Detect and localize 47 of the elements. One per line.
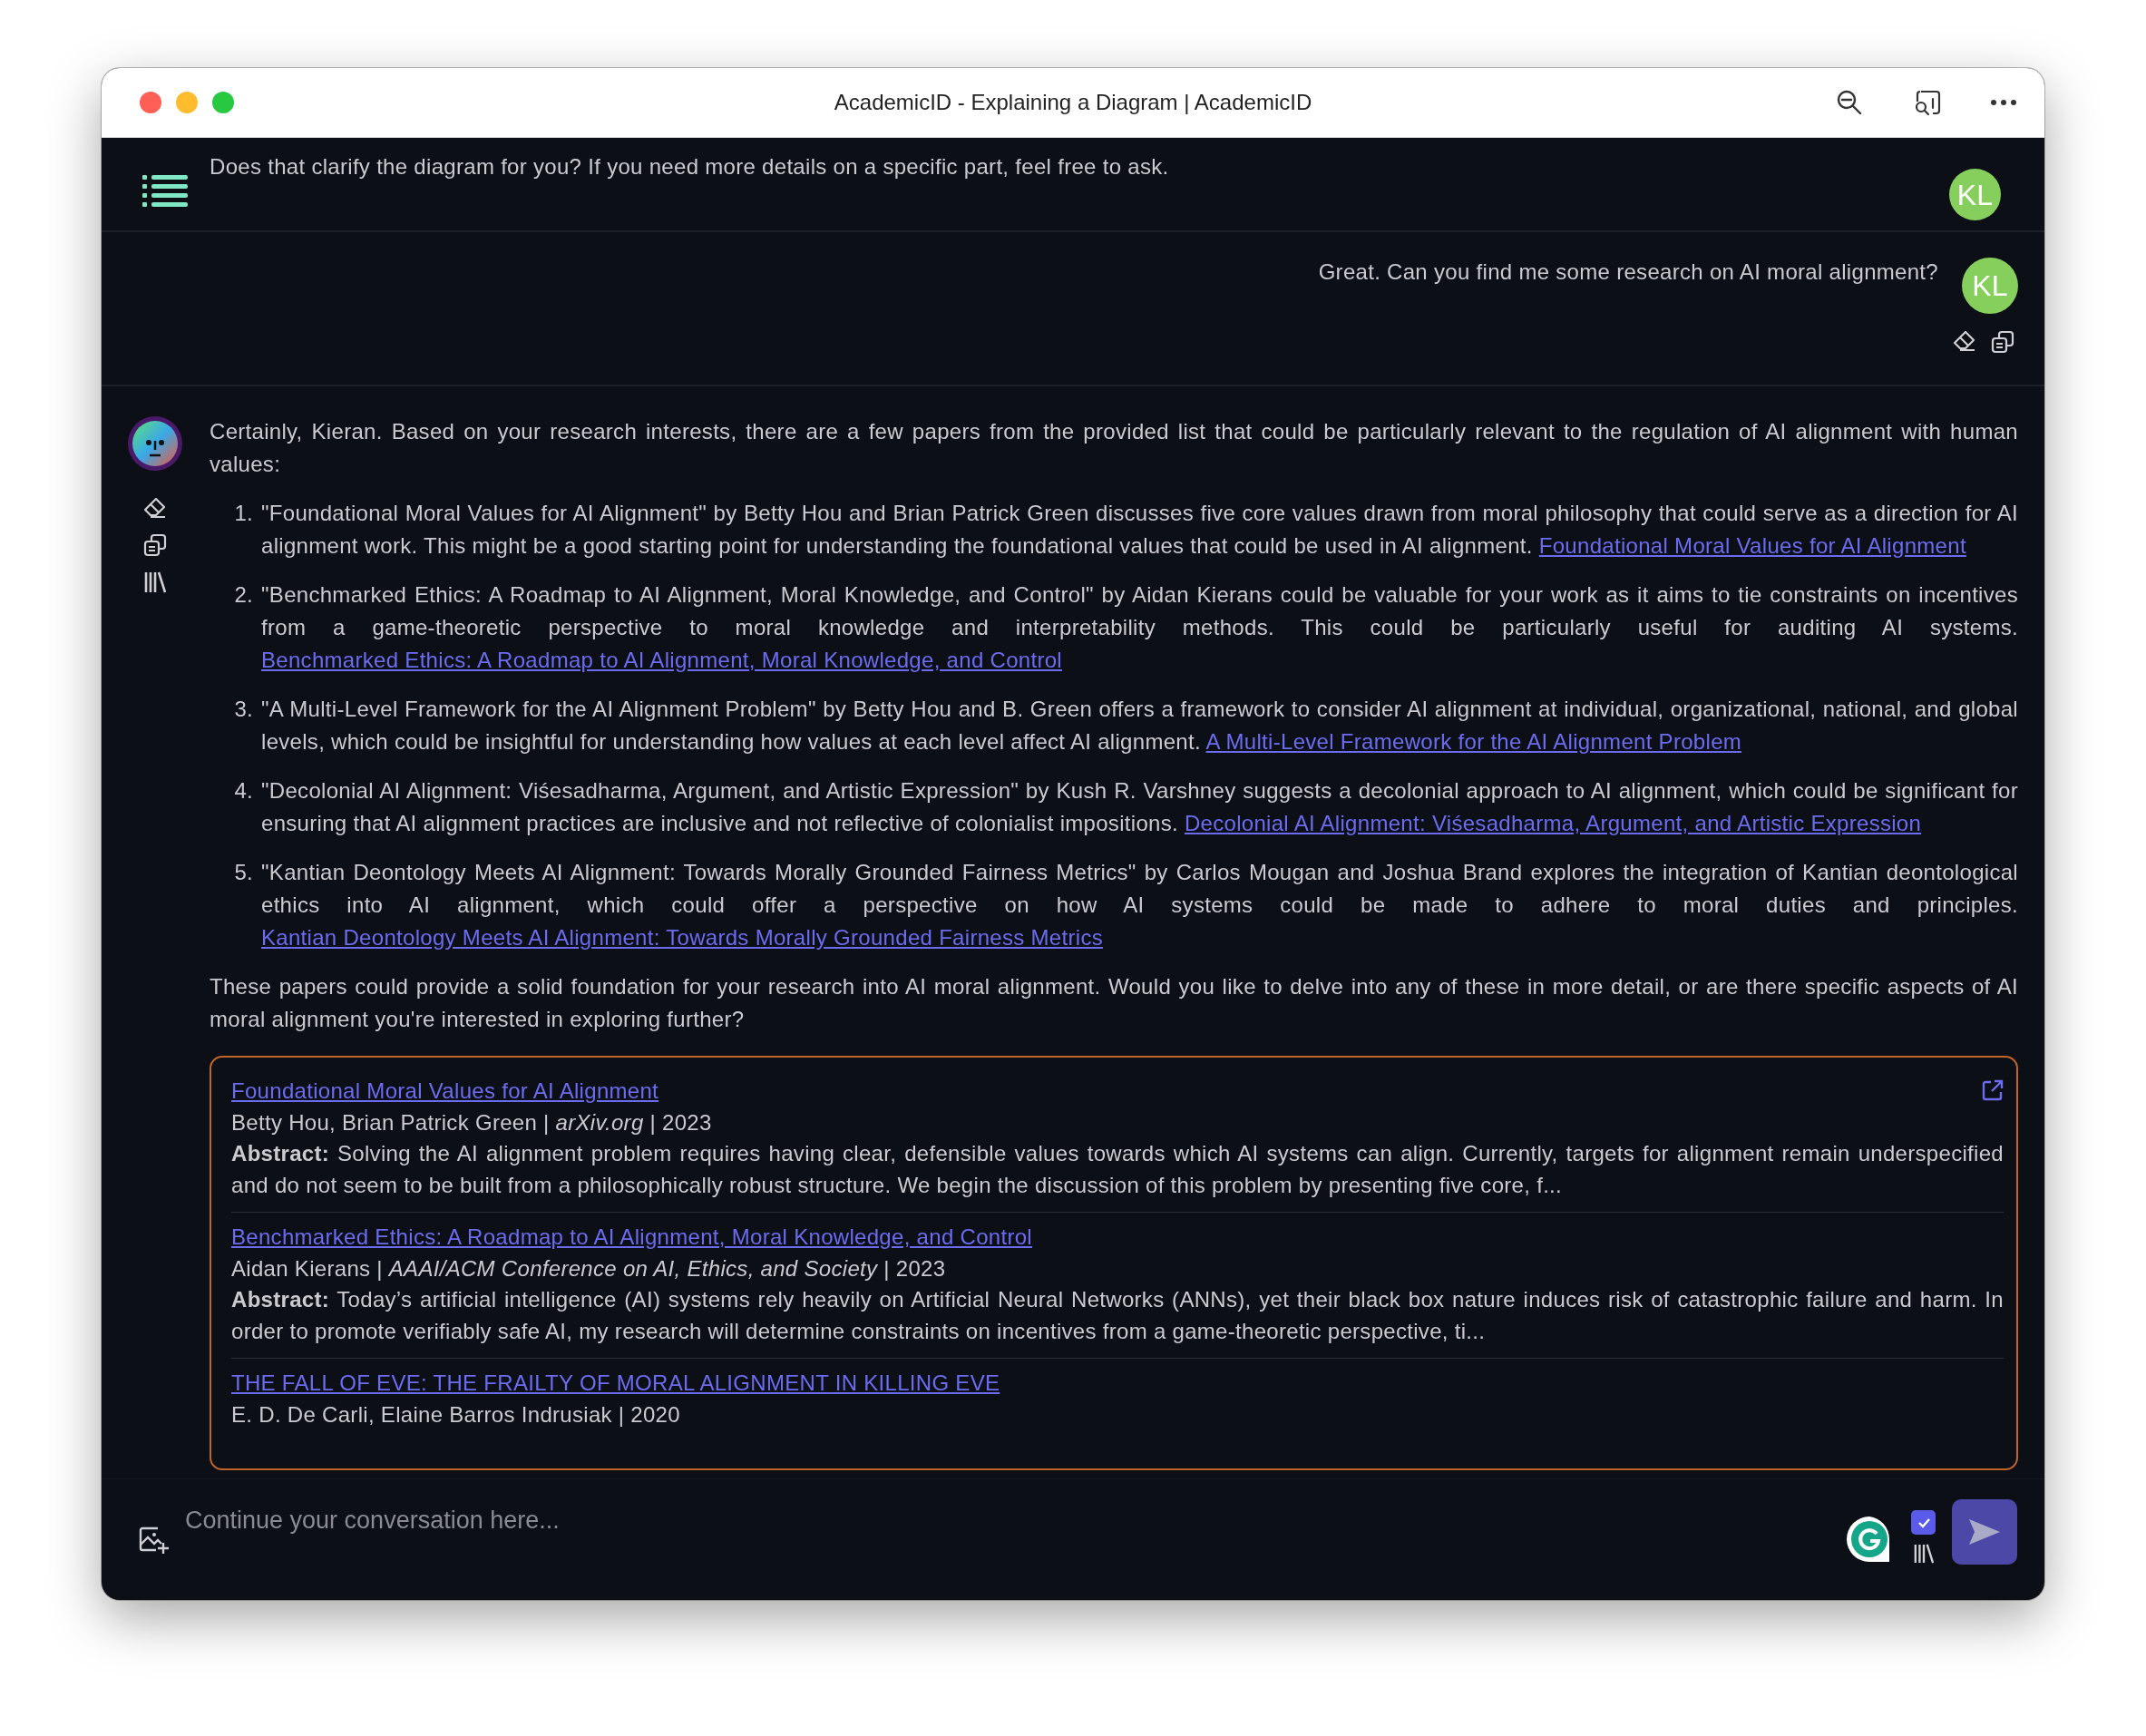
send-icon (1967, 1517, 2002, 1546)
paper-link[interactable]: Benchmarked Ethics: A Roadmap to AI Alignment, Moral Knowledge, and Control (261, 648, 1062, 672)
library-icon[interactable] (1913, 1544, 1934, 1564)
paper-abstract: Abstract: Solving the AI alignment problem requires having clear, defensible values towards which AI systems can align. Currently, targets for alignment remain underspecified and do not seem to be built from a philosophically robust structure. We begin the discussion of this problem by presenting five core, f... (231, 1140, 2004, 1199)
list-item-text: "A Multi-Level Framework for the AI Alignment Problem" by Betty Hou and B. Green offers a framework to consider AI alignment at individual, organizational, national, and global levels, which could be insightful for understanding how values at each level affect AI alignment. A Multi-Level Framework for the AI Alignment Problem (261, 696, 2018, 756)
paper-meta: E. D. De Carli, Elaine Barros Indrusiak | 2020 (231, 1400, 680, 1429)
paper-meta: Betty Hou, Brian Patrick Green | arXiv.org | 2023 (231, 1108, 712, 1136)
paper-link[interactable]: Foundational Moral Values for AI Alignment (231, 1076, 659, 1107)
list-icon[interactable] (142, 174, 188, 209)
paper-link[interactable]: Kantian Deontology Meets AI Alignment: Towards Morally Grounded Fairness Metrics (261, 925, 1103, 950)
list-number: 1. (233, 500, 254, 527)
list-number: 2. (233, 581, 254, 609)
send-button[interactable] (1952, 1499, 2017, 1565)
paper-link[interactable]: Decolonial AI Alignment: Viśesadharma, Argument, and Artistic Expression (1184, 811, 1922, 835)
copy-icon[interactable] (1991, 330, 2014, 354)
user-avatar: KL (1962, 258, 2018, 314)
external-link-icon[interactable] (1982, 1079, 2004, 1101)
user-avatar: KL (1949, 169, 2001, 220)
list-number: 4. (233, 777, 254, 805)
list-item-text: "Foundational Moral Values for AI Alignment" by Betty Hou and Brian Patrick Green discusses five core values drawn from moral philosophy that could serve as a direction for AI alignment work. This might be a good starting point for understanding the foundational values that could be used in AI alignment. Foundational Moral Values for AI Alignment (261, 500, 2018, 560)
paper-abstract: Abstract: Today’s artificial intelligence (AI) systems rely heavily on Artificial Neural Networks (ANNs), yet their black box nature induces risk of catastrophic failure and harm. In order to promote verifiably safe AI, my research will determine constraints on incentives from a game-theoretic perspective, ti... (231, 1286, 2004, 1345)
message-text: Great. Can you find me some research on AI moral alignment? (1318, 258, 1938, 286)
paper-link[interactable]: THE FALL OF EVE: THE FRAILTY OF MORAL ALIGNMENT IN KILLING EVE (231, 1368, 1000, 1400)
zoom-out-icon[interactable] (1836, 89, 1863, 116)
message-text: Certainly, Kieran. Based on your research interests, there are a few papers from the provided list that could be particularly relevant to the regulation of AI alignment with human values: (210, 418, 2018, 478)
avatar-icon (127, 415, 183, 472)
paper-link[interactable]: A Multi-Level Framework for the AI Alignment Problem (1205, 729, 1742, 754)
list-item-text: "Decolonial AI Alignment: Viśesadharma, Argument, and Artistic Expression" by Kush R. Varshney suggests a decolonial approach to AI alignment, which could be significant for ensuring that AI alignment practices are inclusive and not reflective of colonialist impositions. Decolonial AI Alignment: Viśesadharma, Argument, and Artistic Expression (261, 777, 2018, 837)
message-input[interactable]: Continue your conversation here... (185, 1499, 1828, 1542)
close-button[interactable] (140, 92, 161, 113)
list-item-text: "Benchmarked Ethics: A Roadmap to AI Alignment, Moral Knowledge, and Control" by Aidan Kierans could be valuable for your work as it aims to tie constraints on incentives from a game-theoretic perspective to moral knowledge and interpretability methods. This could be particularly useful for auditing AI systems. Benchmarked Ethics: A Roadmap to AI Alignment, Moral Knowledge, and Control (261, 581, 2018, 674)
add-image-icon[interactable] (138, 1525, 169, 1556)
eraser-icon[interactable] (143, 497, 167, 519)
list-number: 5. (233, 859, 254, 886)
message-text: These papers could provide a solid foundation for your research into AI moral alignment. Would you like to delve into any of these in more detail, or are there specific aspects of AI moral alignment you're interested in exploring further? (210, 973, 2018, 1033)
paper-link[interactable]: Benchmarked Ethics: A Roadmap to AI Alignment, Moral Knowledge, and Control (231, 1222, 1032, 1253)
window-title: AcademicID - Explaining a Diagram | AcademicID (834, 90, 1312, 115)
list-item-text: "Kantian Deontology Meets AI Alignment: Towards Morally Grounded Fairness Metrics" by Carlos Mougan and Joshua Brand explores the integration of Kantian deontological ethics into AI alignment, which could offer a perspective on how AI systems could be made to adhere to moral duties and principles. Kantian Deontology Meets AI Alignment: Towards Morally Grounded Fairness Metrics (261, 859, 2018, 951)
copy-icon[interactable] (143, 533, 167, 557)
message-text: Does that clarify the diagram for you? If you need more details on a specific part, feel free to ask. (210, 153, 1170, 180)
eraser-icon[interactable] (1953, 330, 1976, 352)
library-icon[interactable] (144, 571, 166, 593)
list-number: 3. (233, 696, 254, 723)
library-checkbox[interactable] (1911, 1510, 1936, 1535)
paper-link[interactable]: Foundational Moral Values for AI Alignment (1538, 533, 1966, 558)
more-icon[interactable] (1990, 99, 2017, 106)
paper-meta: Aidan Kierans | AAAI/ACM Conference on AI, Ethics, and Society | 2023 (231, 1254, 946, 1282)
